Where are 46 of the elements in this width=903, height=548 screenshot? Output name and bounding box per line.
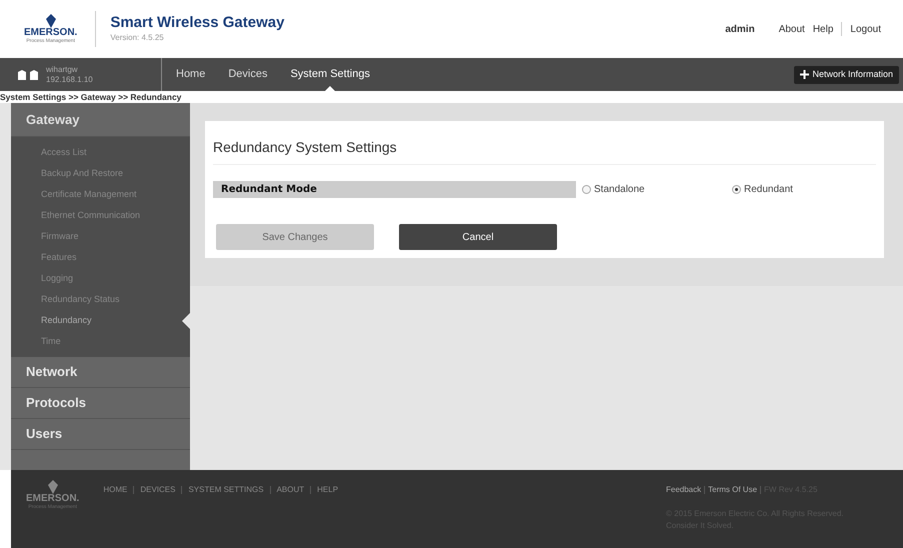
- sidebar-section[interactable]: Network: [11, 357, 190, 388]
- sidebar-section[interactable]: Users: [11, 419, 190, 450]
- header-link[interactable]: Help: [812, 22, 834, 36]
- footer-link[interactable]: HOME: [103, 484, 128, 496]
- terms-link[interactable]: Terms Of Use: [708, 484, 758, 496]
- sidebar-section[interactable]: Protocols: [11, 388, 190, 419]
- sidebar-item[interactable]: Firmware: [11, 226, 190, 247]
- setting-label: Redundant Mode: [213, 181, 576, 198]
- emerson-logo-icon: [44, 14, 57, 28]
- footer-link[interactable]: SYSTEM SETTINGS: [188, 484, 264, 496]
- gateway-icon: [18, 70, 40, 80]
- radio-button[interactable]: [732, 185, 741, 194]
- sidebar-item[interactable]: Redundancy Status: [11, 289, 190, 310]
- footer-link[interactable]: DEVICES: [140, 484, 176, 496]
- panel-title: Redundancy System Settings: [213, 137, 876, 165]
- nav-tab[interactable]: Devices: [228, 58, 268, 91]
- sidebar-item[interactable]: Certificate Management: [11, 184, 190, 205]
- radio-button[interactable]: [582, 185, 591, 194]
- nav-tab[interactable]: Home: [176, 58, 206, 91]
- sidebar-item[interactable]: Redundancy: [11, 310, 190, 331]
- nav-tab[interactable]: System Settings: [290, 58, 370, 91]
- version-label: Version: 4.5.25: [110, 32, 165, 44]
- breadcrumb: System Settings >> Gateway >> Redundancy: [0, 92, 182, 102]
- brand-name: EMERSON.: [26, 494, 80, 504]
- action-button[interactable]: Cancel: [399, 224, 557, 250]
- sidebar-item[interactable]: Logging: [11, 268, 190, 289]
- footer-link[interactable]: HELP: [317, 484, 338, 496]
- app-title: Smart Wireless Gateway: [110, 14, 284, 32]
- feedback-link[interactable]: Feedback: [666, 484, 702, 496]
- sidebar-item[interactable]: Access List: [11, 142, 190, 163]
- header-link[interactable]: Logout: [850, 22, 881, 36]
- radio-option[interactable]: Standalone: [576, 182, 726, 197]
- gateway-ip: 192.168.1.10: [46, 74, 93, 84]
- sidebar-item[interactable]: Backup And Restore: [11, 163, 190, 184]
- header-link[interactable]: About: [778, 22, 805, 36]
- footer-link[interactable]: ABOUT: [276, 484, 304, 496]
- sidebar-item[interactable]: Ethernet Communication: [11, 205, 190, 226]
- radio-option[interactable]: Redundant: [726, 182, 876, 197]
- plus-icon: [800, 70, 810, 79]
- username: admin: [725, 22, 755, 36]
- brand-name: EMERSON.: [24, 28, 78, 38]
- gateway-hostname: wihartgw: [46, 64, 79, 74]
- sidebar-item[interactable]: Features: [11, 247, 190, 268]
- emerson-logo-icon: [46, 480, 59, 494]
- network-information-button[interactable]: Network Information: [794, 66, 899, 84]
- sidebar-item[interactable]: Time: [11, 331, 190, 352]
